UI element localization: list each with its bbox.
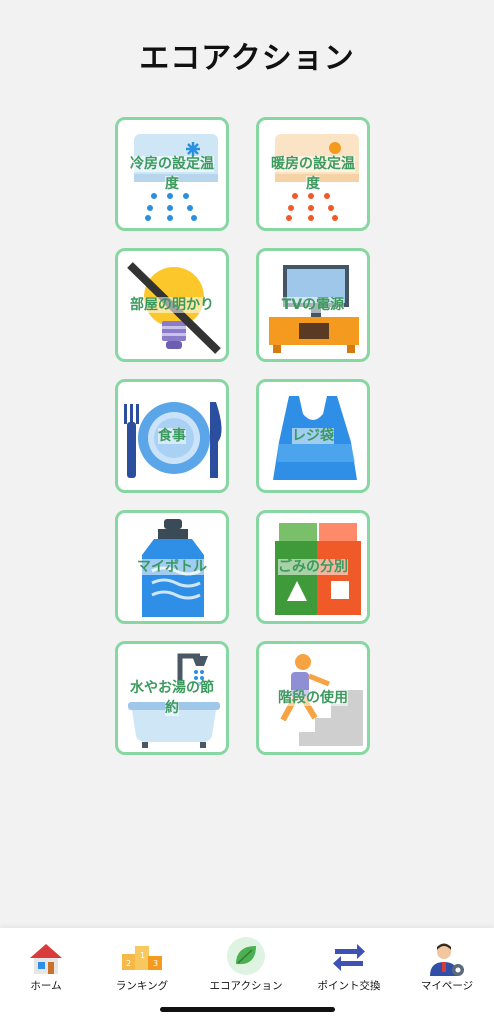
tab-label: エコアクション — [209, 980, 283, 992]
action-card-save-water[interactable]: 水やお湯の節約 — [115, 641, 229, 755]
svg-text:1: 1 — [140, 951, 145, 960]
action-card-my-bottle[interactable]: マイボトル — [115, 510, 229, 624]
tab-home[interactable]: ホーム — [0, 928, 95, 998]
podium-icon: 2 1 3 — [122, 946, 162, 970]
action-label: マイボトル — [137, 559, 207, 575]
tab-point-exchange[interactable]: ポイント交換 — [300, 928, 398, 998]
action-card-tv-power[interactable]: TVの電源 — [256, 248, 370, 362]
action-label: ごみの分別 — [278, 559, 348, 575]
exchange-arrows-icon — [333, 944, 365, 971]
svg-text:2: 2 — [126, 959, 131, 968]
action-label: 階段の使用 — [278, 690, 348, 706]
tab-label: マイページ — [420, 980, 474, 992]
tab-eco-action[interactable]: エコアクション — [197, 928, 295, 998]
action-card-room-light[interactable]: 部屋の明かり — [115, 248, 229, 362]
action-label: TVの電源 — [281, 297, 345, 313]
tab-label: ランキング — [115, 980, 169, 992]
svg-text:3: 3 — [153, 959, 158, 968]
house-icon — [30, 944, 62, 974]
action-label: 水やお湯の節約 — [130, 680, 214, 716]
action-card-heating[interactable]: 暖房の設定温度 — [256, 117, 370, 231]
action-card-garbage-sorting[interactable]: ごみの分別 — [256, 510, 370, 624]
tab-ranking[interactable]: 2 1 3 ランキング — [93, 928, 191, 998]
action-label: レジ袋 — [292, 428, 334, 444]
page-title: エコアクション — [139, 41, 355, 76]
action-card-meal[interactable]: 食事 — [115, 379, 229, 493]
tab-my-page[interactable]: マイページ — [398, 928, 494, 998]
action-label: 部屋の明かり — [130, 297, 214, 313]
home-indicator — [160, 1007, 335, 1012]
action-card-use-stairs[interactable]: 階段の使用 — [256, 641, 370, 755]
tab-label: ポイント交換 — [317, 980, 381, 992]
leaf-icon — [227, 937, 265, 975]
user-gear-icon — [430, 943, 464, 976]
action-label: 食事 — [158, 428, 186, 444]
action-label: 冷房の設定温度 — [130, 156, 214, 192]
action-card-plastic-bag[interactable]: レジ袋 — [256, 379, 370, 493]
action-label: 暖房の設定温度 — [271, 156, 355, 192]
action-card-cooling[interactable]: 冷房の設定温度 — [115, 117, 229, 231]
tab-label: ホーム — [30, 980, 62, 992]
